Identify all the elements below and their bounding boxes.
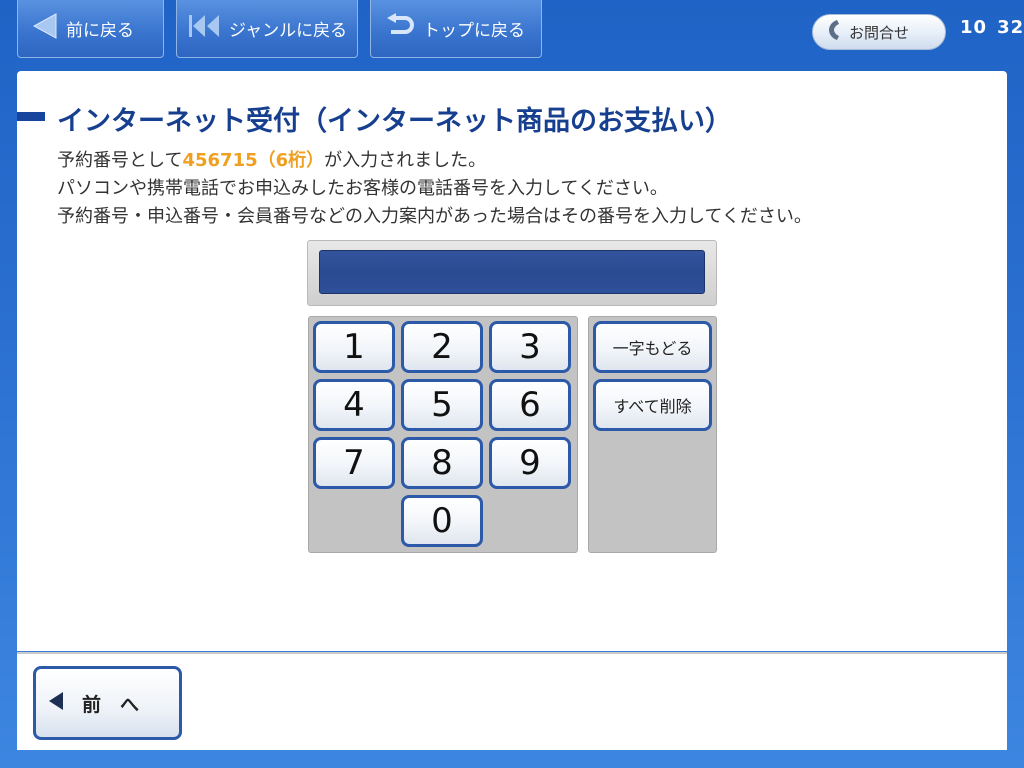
back-button[interactable]: 前に戻る — [17, 0, 164, 58]
title-marker — [17, 112, 45, 121]
backspace-button[interactable]: 一字もどる — [593, 321, 712, 373]
edit-keypad: 一字もどる すべて削除 — [588, 316, 717, 553]
key-8[interactable]: 8 — [401, 437, 483, 489]
genre-back-button-label: ジャンルに戻る — [229, 21, 348, 41]
key-3[interactable]: 3 — [489, 321, 571, 373]
skip-back-icon — [187, 12, 221, 45]
number-display-frame — [307, 240, 717, 306]
key-0[interactable]: 0 — [401, 495, 483, 547]
message-line-1: 予約番号として456715（6桁）が入力されました。 — [57, 146, 486, 172]
number-display — [319, 250, 705, 294]
top-back-button[interactable]: トップに戻る — [370, 0, 542, 58]
triangle-left-icon — [48, 691, 64, 716]
phone-icon — [827, 19, 841, 45]
key-5[interactable]: 5 — [401, 379, 483, 431]
triangle-left-icon — [32, 12, 58, 45]
return-arrow-icon — [385, 13, 415, 44]
back-button-label: 前に戻る — [66, 21, 134, 41]
message-line-2: パソコンや携帯電話でお申込みしたお客様の電話番号を入力してください。 — [57, 178, 668, 199]
main-panel: インターネット受付（インターネット商品のお支払い） 予約番号として456715（… — [17, 71, 1007, 651]
previous-button-label: 前 へ — [82, 693, 140, 716]
key-2[interactable]: 2 — [401, 321, 483, 373]
clock: 10 32 — [960, 17, 1024, 38]
message-line-1-suffix: が入力されました。 — [324, 150, 487, 171]
number-keypad: 1 2 3 4 5 6 7 8 9 0 — [308, 316, 578, 553]
key-1[interactable]: 1 — [313, 321, 395, 373]
contact-button-label: お問合せ — [849, 23, 910, 42]
clear-all-button[interactable]: すべて削除 — [593, 379, 712, 431]
message-line-1-prefix: 予約番号として — [57, 150, 183, 171]
contact-button[interactable]: お問合せ — [812, 14, 946, 50]
key-9[interactable]: 9 — [489, 437, 571, 489]
top-back-button-label: トップに戻る — [423, 21, 525, 41]
clock-minute: 32 — [997, 17, 1024, 38]
previous-button[interactable]: 前 へ — [33, 666, 182, 740]
top-navigation: 前に戻る ジャンルに戻る トップに戻る お問合せ 10 32 — [0, 0, 1024, 70]
key-7[interactable]: 7 — [313, 437, 395, 489]
clock-hour: 10 — [960, 17, 988, 38]
key-4[interactable]: 4 — [313, 379, 395, 431]
footer: 前 へ — [17, 652, 1007, 750]
page-title: インターネット受付（インターネット商品のお支払い） — [57, 106, 732, 137]
entered-number: 456715（6桁） — [182, 150, 325, 171]
key-6[interactable]: 6 — [489, 379, 571, 431]
message-line-3: 予約番号・申込番号・会員番号などの入力案内があった場合はその番号を入力してくださ… — [57, 206, 812, 227]
genre-back-button[interactable]: ジャンルに戻る — [176, 0, 358, 58]
